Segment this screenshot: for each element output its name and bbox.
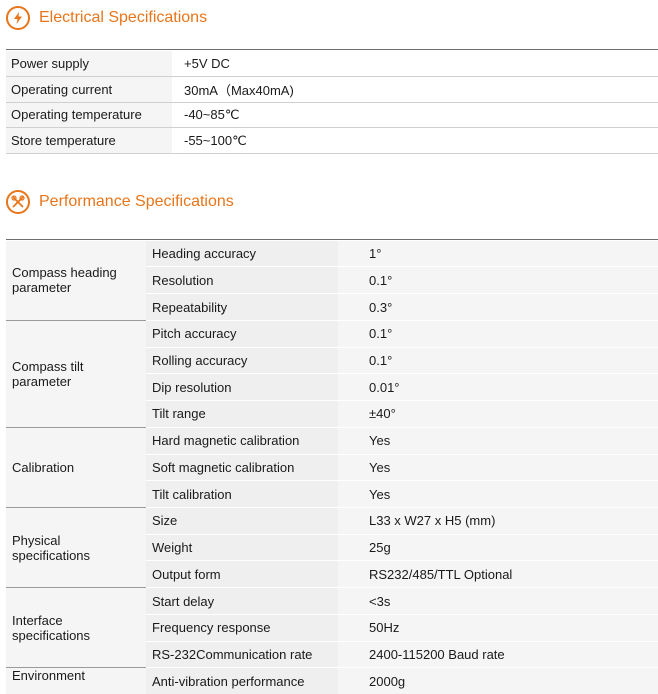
param-name: Dip resolution bbox=[146, 373, 338, 402]
param-name: Start delay bbox=[146, 587, 338, 615]
electrical-label: Store temperature bbox=[6, 127, 172, 154]
electrical-row: Operating current 30mA（Max40mA) bbox=[6, 76, 658, 103]
performance-row: Compass tilt parameter Pitch accuracy 0.1° bbox=[6, 320, 658, 428]
param-name: RS-232Communication rate bbox=[146, 641, 338, 669]
group-label: Compass tilt parameter bbox=[6, 320, 146, 428]
param-name: Resolution bbox=[146, 266, 338, 295]
group-label: Compass heading parameter bbox=[6, 241, 146, 321]
group-label: Environment bbox=[6, 667, 146, 694]
electrical-label: Power supply bbox=[6, 51, 172, 78]
param-value: 50Hz bbox=[338, 614, 658, 642]
group-label: Calibration bbox=[6, 427, 146, 509]
performance-title: Performance Specifications bbox=[39, 193, 234, 210]
param-value: Yes bbox=[338, 427, 658, 455]
electrical-row: Power supply +5V DC bbox=[6, 51, 658, 78]
tools-icon bbox=[6, 190, 30, 214]
param-value: 0.3° bbox=[338, 293, 658, 321]
param-name: Frequency response bbox=[146, 614, 338, 642]
param-name: Tilt calibration bbox=[146, 480, 338, 509]
group-label: Interface specifications bbox=[6, 587, 146, 669]
electrical-row: Operating temperature -40~85℃ bbox=[6, 102, 658, 129]
param-name: Pitch accuracy bbox=[146, 320, 338, 348]
param-value: 2400-115200 Baud rate bbox=[338, 641, 658, 669]
param-name: Repeatability bbox=[146, 293, 338, 321]
param-value: 1° bbox=[338, 241, 658, 268]
electrical-label: Operating temperature bbox=[6, 102, 172, 129]
electrical-section-header: Electrical Specifications bbox=[6, 6, 207, 30]
param-name: Hard magnetic calibration bbox=[146, 427, 338, 455]
electrical-value: 30mA（Max40mA) bbox=[172, 76, 658, 103]
electrical-value: +5V DC bbox=[172, 51, 658, 78]
param-value: Yes bbox=[338, 480, 658, 509]
param-value: 0.01° bbox=[338, 373, 658, 402]
electrical-table: Power supply +5V DC Operating current 30mA（… bbox=[6, 51, 658, 154]
param-name: Rolling accuracy bbox=[146, 347, 338, 375]
param-name: Size bbox=[146, 507, 338, 535]
performance-row: Physical specifications Size L33 x W27 x H… bbox=[6, 507, 658, 589]
param-name: Tilt range bbox=[146, 400, 338, 428]
param-value: Yes bbox=[338, 454, 658, 482]
performance-top-rule bbox=[6, 239, 658, 240]
electrical-value: -40~85℃ bbox=[172, 102, 658, 129]
param-value: <3s bbox=[338, 587, 658, 615]
electrical-top-rule bbox=[6, 49, 658, 50]
performance-row: Environment Anti-vibration performance 200… bbox=[6, 667, 658, 694]
param-name: Heading accuracy bbox=[146, 241, 338, 268]
electrical-value: -55~100℃ bbox=[172, 127, 658, 154]
param-value: L33 x W27 x H5 (mm) bbox=[338, 507, 658, 535]
param-value: ±40° bbox=[338, 400, 658, 428]
param-name: Soft magnetic calibration bbox=[146, 454, 338, 482]
param-value: 25g bbox=[338, 534, 658, 562]
performance-row: Calibration Hard magnetic calibration Yes bbox=[6, 427, 658, 509]
electrical-row: Store temperature -55~100℃ bbox=[6, 127, 658, 154]
performance-table: Compass heading parameter Heading accurac… bbox=[6, 241, 658, 694]
param-value: 2000g bbox=[338, 667, 658, 694]
param-value: 0.1° bbox=[338, 347, 658, 375]
performance-row: Interface specifications Start delay <3s bbox=[6, 587, 658, 669]
performance-section-header: Performance Specifications bbox=[6, 190, 234, 214]
param-value: 0.1° bbox=[338, 320, 658, 348]
param-value: RS232/485/TTL Optional bbox=[338, 560, 658, 589]
performance-row: Compass heading parameter Heading accurac… bbox=[6, 241, 658, 321]
electrical-title: Electrical Specifications bbox=[39, 9, 208, 26]
param-value: 0.1° bbox=[338, 266, 658, 295]
group-label: Physical specifications bbox=[6, 507, 146, 589]
param-name: Anti-vibration performance bbox=[146, 667, 338, 694]
electrical-label: Operating current bbox=[6, 76, 172, 103]
param-name: Output form bbox=[146, 560, 338, 589]
lightning-icon bbox=[6, 6, 30, 30]
param-name: Weight bbox=[146, 534, 338, 562]
